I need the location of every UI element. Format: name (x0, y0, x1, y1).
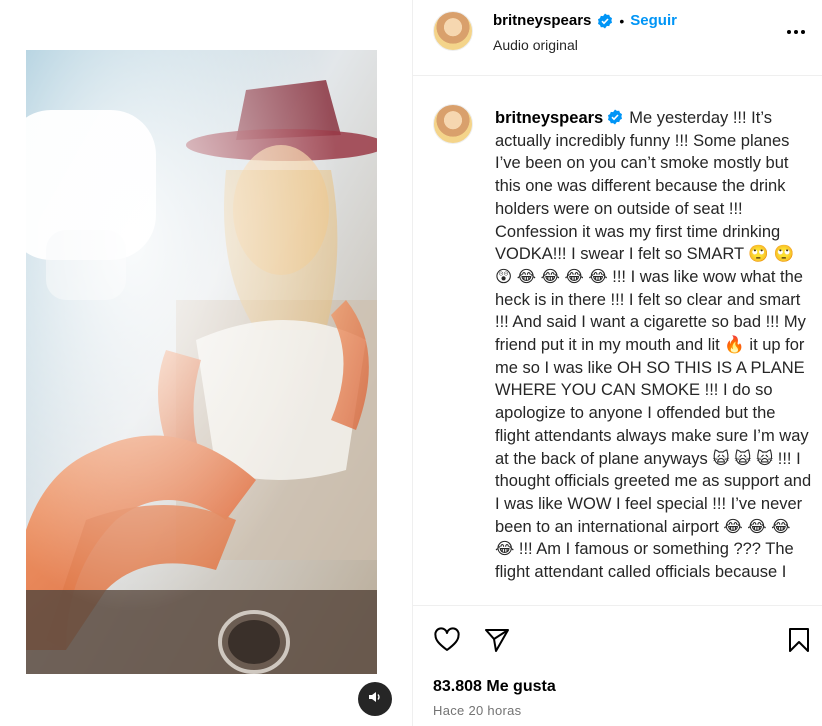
actions-divider (413, 605, 822, 606)
verified-badge-icon (607, 109, 623, 125)
verified-badge-icon (597, 13, 613, 29)
audio-toggle-button[interactable] (358, 682, 392, 716)
author-username[interactable]: britneyspears (493, 12, 591, 29)
author-avatar[interactable] (433, 11, 473, 51)
follow-button[interactable]: Seguir (630, 12, 677, 29)
post-caption: britneyspears Me yesterday !!! It’s actua… (495, 107, 813, 584)
more-options-icon[interactable] (784, 20, 808, 44)
bookmark-icon[interactable] (785, 626, 813, 654)
like-count[interactable]: 83.808 Me gusta (433, 678, 556, 696)
separator-dot: • (619, 12, 625, 29)
video-frame (26, 50, 377, 674)
post-timestamp[interactable]: Hace 20 horas (433, 703, 521, 718)
media-pane (0, 0, 412, 726)
header-user: britneyspears • Seguir (493, 12, 677, 29)
caption-author-avatar[interactable] (433, 104, 473, 144)
speaker-icon (367, 689, 383, 710)
share-icon[interactable] (483, 626, 511, 654)
audio-link[interactable]: Audio original (493, 37, 578, 53)
caption-area: britneyspears Me yesterday !!! It’s actua… (413, 77, 822, 605)
caption-text: Me yesterday !!! It’s actually incredibl… (495, 109, 816, 582)
post-sidebar: britneyspears • Seguir Audio original br… (413, 0, 822, 726)
post-header: britneyspears • Seguir Audio original (413, 0, 822, 76)
post-video[interactable] (26, 50, 377, 674)
caption-username[interactable]: britneyspears (495, 109, 603, 127)
heart-icon[interactable] (433, 626, 461, 654)
